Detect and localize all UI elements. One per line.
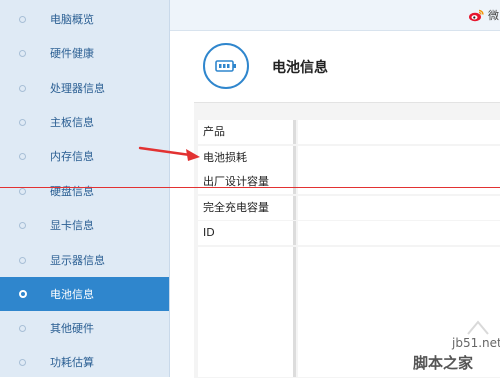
sidebar-item-label: 主板信息 bbox=[50, 116, 94, 129]
sidebar-item-label: 功耗估算 bbox=[50, 356, 94, 369]
sidebar-item-graphics[interactable]: 显卡信息 bbox=[0, 208, 169, 242]
row-label-battery-wear: 电池损耗 bbox=[198, 146, 296, 170]
page-title: 电池信息 bbox=[272, 60, 328, 76]
weibo-icon bbox=[469, 9, 484, 21]
bullet-icon bbox=[19, 257, 26, 264]
row-value-battery-wear bbox=[298, 146, 500, 170]
row-label-design-capacity: 出厂设计容量 bbox=[198, 170, 296, 194]
row-label-id: ID bbox=[198, 221, 296, 245]
sidebar-item-label: 内存信息 bbox=[50, 150, 94, 163]
sidebar-item-label: 显卡信息 bbox=[50, 219, 94, 232]
bullet-icon bbox=[19, 325, 26, 332]
sidebar-item-motherboard[interactable]: 主板信息 bbox=[0, 105, 169, 139]
bullet-icon bbox=[19, 16, 26, 23]
watermark-logo-icon bbox=[467, 320, 489, 335]
row-value-id bbox=[298, 221, 500, 245]
bullet-icon bbox=[19, 119, 26, 126]
watermark-text: 脚本之家 bbox=[413, 354, 474, 372]
watermark-url: jb51.net bbox=[452, 336, 500, 350]
sidebar-item-hardware-health[interactable]: 硬件健康 bbox=[0, 36, 169, 70]
bullet-icon bbox=[19, 85, 26, 92]
bullet-icon bbox=[19, 153, 26, 160]
battery-icon bbox=[203, 43, 249, 89]
row-label-product: 产品 bbox=[198, 120, 296, 144]
sidebar-item-label: 显示器信息 bbox=[50, 254, 105, 267]
sidebar-item-label: 处理器信息 bbox=[50, 82, 105, 95]
sidebar-item-label: 硬件健康 bbox=[50, 47, 94, 60]
weibo-label: 微 bbox=[488, 9, 499, 22]
bullet-icon bbox=[19, 188, 26, 195]
annotation-arrow-icon bbox=[138, 146, 200, 161]
row-value-product bbox=[298, 120, 500, 144]
row-label-full-charge-capacity: 完全充电容量 bbox=[198, 196, 296, 220]
bullet-icon bbox=[19, 222, 26, 229]
row-value-design-capacity bbox=[298, 170, 500, 194]
sidebar-item-label: 硬盘信息 bbox=[50, 185, 94, 198]
bullet-icon bbox=[19, 290, 27, 298]
sidebar-item-display[interactable]: 显示器信息 bbox=[0, 243, 169, 277]
sidebar-item-overview[interactable]: 电脑概览 bbox=[0, 2, 169, 36]
sidebar-item-label: 其他硬件 bbox=[50, 322, 94, 335]
sidebar-item-battery[interactable]: 电池信息 bbox=[0, 277, 169, 311]
bullet-icon bbox=[19, 359, 26, 366]
sidebar-item-label: 电脑概览 bbox=[50, 13, 94, 26]
annotation-red-line bbox=[0, 187, 500, 188]
table-empty-label-column bbox=[198, 247, 296, 377]
sidebar-item-label: 电池信息 bbox=[50, 288, 94, 301]
weibo-share-button[interactable]: 微 bbox=[468, 7, 499, 23]
sidebar-item-cpu[interactable]: 处理器信息 bbox=[0, 71, 169, 105]
bullet-icon bbox=[19, 50, 26, 57]
sidebar: 电脑概览 硬件健康 处理器信息 主板信息 内存信息 硬盘信息 显卡信息 显示器信… bbox=[0, 0, 170, 377]
sidebar-item-other-hardware[interactable]: 其他硬件 bbox=[0, 311, 169, 345]
row-value-full-charge-capacity bbox=[298, 196, 500, 220]
sidebar-item-disk[interactable]: 硬盘信息 bbox=[0, 174, 169, 208]
sidebar-item-power-estimate[interactable]: 功耗估算 bbox=[0, 345, 169, 379]
top-bar: 微 bbox=[170, 0, 500, 31]
